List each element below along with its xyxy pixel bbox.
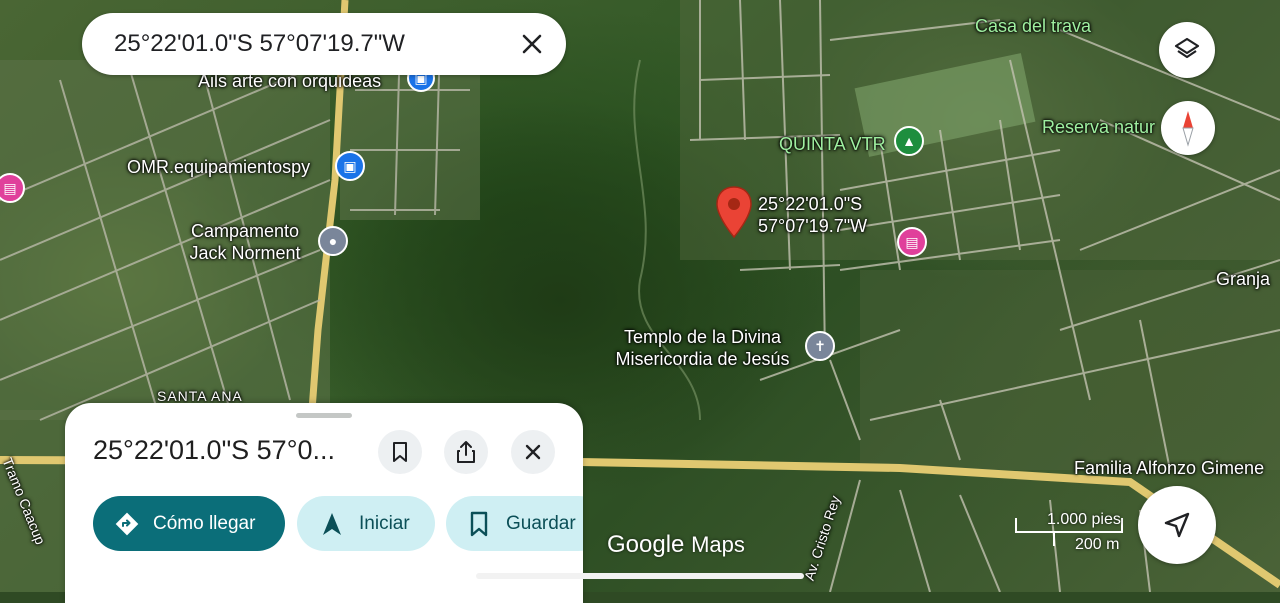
directions-button[interactable]: Cómo llegar: [93, 496, 285, 551]
location-pin-icon[interactable]: [714, 185, 754, 241]
scale-metric: 200 m: [1075, 536, 1120, 553]
search-input[interactable]: 25°22'01.0"S 57°07'19.7"W: [82, 30, 504, 58]
place-label-campamento-line1: Campamento: [190, 221, 300, 241]
place-label-granja[interactable]: Granja: [1216, 268, 1270, 290]
sheet-drag-handle[interactable]: [296, 413, 352, 418]
place-label-campamento-line2: Jack Norment: [189, 243, 301, 263]
compass-button[interactable]: [1161, 101, 1215, 155]
navigation-arrow-icon: [1164, 512, 1190, 538]
directions-icon: [109, 511, 145, 537]
save-place-button[interactable]: Guardar: [446, 496, 583, 551]
place-label-quinta-vtr[interactable]: QUINTA VTR: [779, 133, 886, 155]
place-label-familia[interactable]: Familia Alfonzo Gimene: [1074, 457, 1264, 479]
share-button[interactable]: [444, 430, 488, 474]
clear-search-button[interactable]: [504, 16, 560, 72]
google-maps-logo: Google Maps: [607, 531, 745, 559]
layers-button[interactable]: [1159, 22, 1215, 78]
place-label-templo-line1: Templo de la Divina: [623, 327, 782, 347]
scale-imperial: 1.000 pies: [1047, 511, 1121, 528]
directions-label: Cómo llegar: [153, 512, 256, 534]
bookmark-icon: [466, 511, 492, 537]
pin-dot-icon[interactable]: ●: [318, 226, 348, 256]
place-label-templo-line2: Misericordia de Jesús: [615, 349, 790, 369]
hotel-bed-icon[interactable]: ▤: [897, 227, 927, 257]
save-bookmark-button[interactable]: [378, 430, 422, 474]
close-icon: [522, 34, 542, 54]
place-label-casa-del-trava[interactable]: Casa del trava: [975, 15, 1091, 37]
my-location-button[interactable]: [1138, 486, 1216, 564]
navigation-arrow-icon: [317, 511, 347, 537]
close-sheet-button[interactable]: [511, 430, 555, 474]
layers-icon: [1174, 37, 1200, 59]
save-label: Guardar: [506, 512, 576, 534]
map-scale: 1.000 pies 200 m: [1014, 510, 1132, 560]
shopping-bag-icon[interactable]: ▣: [335, 151, 365, 181]
tree-icon[interactable]: ▲: [894, 126, 924, 156]
start-label: Iniciar: [359, 512, 410, 534]
place-title: 25°22'01.0"S 57°0...: [93, 435, 336, 465]
search-bar[interactable]: 25°22'01.0"S 57°07'19.7"W: [82, 13, 566, 75]
place-label-templo[interactable]: Templo de la Divina Misericordia de Jesú…: [600, 326, 805, 370]
pin-coordinate-label: 25°22'01.0"S 57°07'19.7"W: [758, 193, 867, 237]
pin-label-line1: 25°22'01.0"S: [758, 194, 863, 214]
home-indicator[interactable]: [476, 573, 804, 579]
bookmark-icon: [393, 442, 407, 462]
place-label-campamento[interactable]: Campamento Jack Norment: [180, 220, 310, 264]
maps-wordmark: Maps: [691, 532, 745, 557]
start-navigation-button[interactable]: Iniciar: [297, 496, 435, 551]
pin-label-line2: 57°07'19.7"W: [758, 216, 868, 236]
share-icon: [457, 441, 475, 463]
place-label-reserva[interactable]: Reserva natur: [1042, 116, 1155, 138]
google-wordmark: Google: [607, 531, 685, 558]
church-cross-icon[interactable]: ✝: [805, 331, 835, 361]
place-label-omr[interactable]: OMR.equipamientospy: [127, 156, 310, 178]
compass-icon: [1182, 111, 1194, 147]
close-icon: [525, 444, 541, 460]
